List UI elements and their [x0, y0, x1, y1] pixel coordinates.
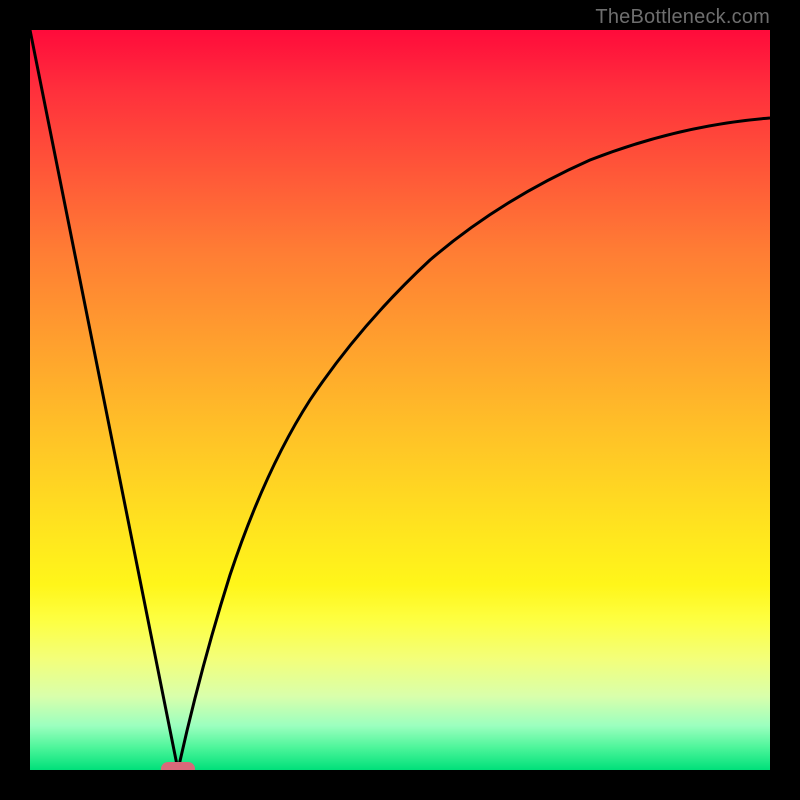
- chart-frame: TheBottleneck.com: [0, 0, 800, 800]
- minimum-marker: [161, 762, 195, 770]
- plot-area: [30, 30, 770, 770]
- bottleneck-curve: [30, 30, 770, 770]
- curve-right-branch: [178, 118, 770, 770]
- watermark-text: TheBottleneck.com: [595, 6, 770, 29]
- curve-left-branch: [30, 30, 178, 770]
